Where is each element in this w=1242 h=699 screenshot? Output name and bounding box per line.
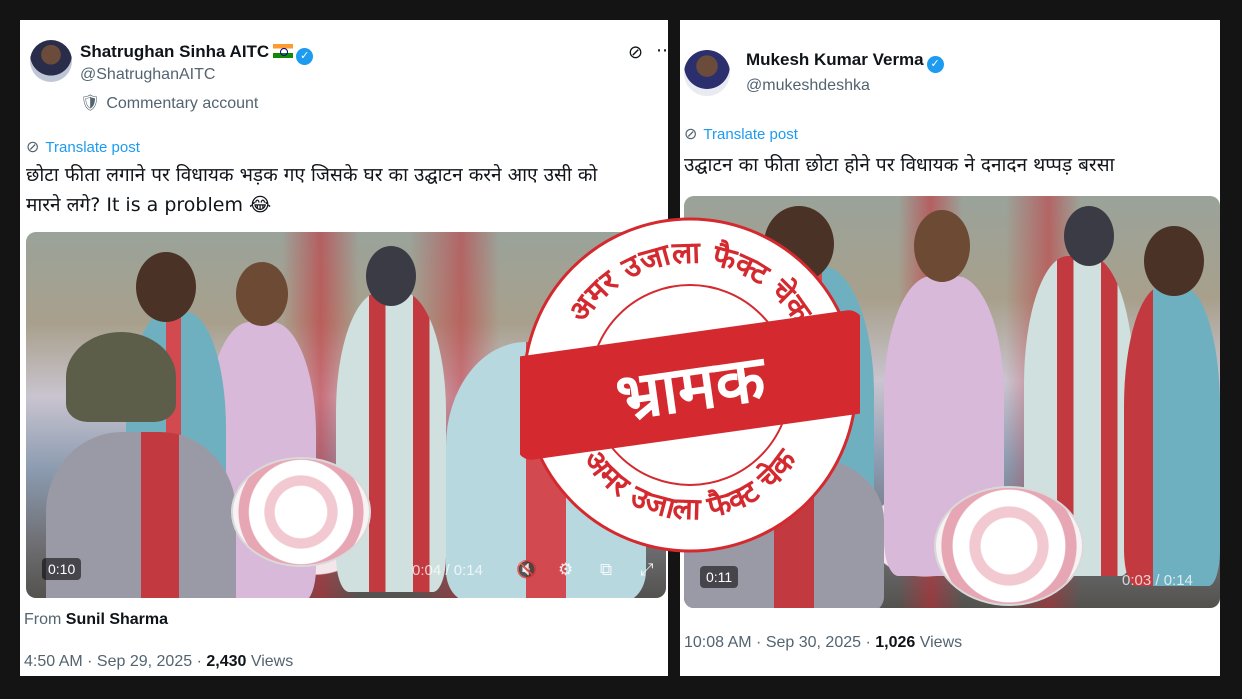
author-name[interactable]: Mukesh Kumar Verma ✓ — [746, 50, 944, 73]
video-plate — [934, 486, 1084, 606]
tweet-text: उद्घाटन का फीता छोटा होने पर विधायक ने द… — [684, 154, 1115, 176]
video-figure — [1064, 206, 1114, 266]
author-handle[interactable]: @ShatrughanAITC — [80, 66, 215, 84]
avatar[interactable] — [684, 50, 730, 96]
fact-check-stamp: अमर उजाला फैक्ट चेक अमर उजाला फैक्ट चेक … — [506, 215, 874, 555]
video-progress-text: 0:03 / 0:14 — [1122, 572, 1193, 589]
video-figure — [66, 332, 176, 422]
author-handle[interactable]: @mukeshdeshka — [746, 77, 870, 95]
video-time-badge: 0:11 — [700, 566, 739, 588]
author-name[interactable]: Shatrughan Sinha AITC ✓ — [80, 42, 314, 65]
translate-post-link[interactable]: ⊘ Translate post — [26, 137, 140, 157]
translate-icon: ⊘ — [684, 126, 698, 143]
fact-check-stamp-graphic: अमर उजाला फैक्ट चेक अमर उजाला फैक्ट चेक … — [506, 217, 874, 553]
tweet-text: छोटा फीता लगाने पर विधायक भड़क गए जिसके … — [26, 164, 598, 216]
video-progress-text: 0:04 / 0:14 — [412, 562, 483, 579]
video-figure — [136, 252, 196, 322]
fullscreen-icon[interactable]: ⤢ — [640, 560, 654, 580]
commentary-account-label: 🛡 Commentary account — [80, 95, 259, 112]
india-flag-icon — [273, 44, 294, 58]
mute-icon[interactable]: 🔇 — [516, 560, 537, 580]
pip-icon[interactable]: ⧉ — [600, 560, 612, 580]
avatar[interactable] — [30, 40, 72, 82]
mask-icon: 🛡 — [80, 95, 101, 112]
translate-icon: ⊘ — [26, 139, 40, 156]
grok-icon[interactable]: ⊘ — [628, 42, 643, 63]
video-figure — [1144, 226, 1204, 296]
post-meta: 4:50 AM · Sep 29, 2025 · 2,430 Views — [24, 653, 294, 670]
translate-post-link[interactable]: ⊘ Translate post — [684, 124, 798, 144]
video-time-badge: 0:10 — [42, 558, 82, 580]
video-figure — [366, 246, 416, 306]
settings-icon[interactable]: ⚙ — [558, 560, 573, 580]
more-options-icon[interactable]: ⋯ — [656, 40, 668, 61]
video-figure — [914, 210, 970, 282]
verified-badge-icon: ✓ — [296, 48, 314, 65]
video-figure — [1124, 286, 1220, 586]
post-meta: 10:08 AM · Sep 30, 2025 · 1,026 Views — [684, 634, 963, 651]
verified-badge-icon: ✓ — [926, 56, 944, 73]
video-plate — [231, 457, 371, 567]
video-figure — [236, 262, 288, 326]
video-source: From Sunil Sharma — [24, 611, 169, 628]
